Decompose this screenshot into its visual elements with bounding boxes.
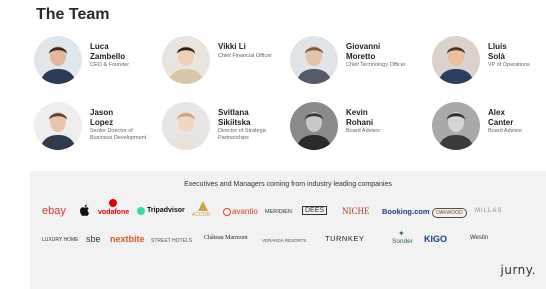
logo-westin: Westin [470,235,489,241]
member-name: Kevin Rohani [346,108,374,127]
logo-sonder: Sonder [392,238,413,245]
logo-niche: NICHE [342,206,370,216]
avantio-icon [223,208,231,216]
logo-veranda-resorts: VERANDA RESORTS [262,238,307,243]
logo-tripadvisor: Tripadvisor [147,207,185,214]
logo-sbe: sbe [86,234,101,244]
sonder-icon: ✦ [398,229,405,238]
logo-chateau-marmont: Château Marmont [204,235,248,241]
member-name: Lluís Solà [488,42,507,61]
logo-vodafone: vodafone [98,209,130,216]
member-name: Giovanni Moretto [346,42,381,61]
apple-icon [80,204,90,218]
member-role: Chief Technology Officer [346,62,406,68]
logo-accor: ACCOR [192,212,211,218]
member-role: Board Advisor [488,128,523,134]
logo-booking: Booking.com [382,207,430,216]
brand-logo: jurny. [500,263,536,277]
logo-oakwood: OAKWOOD [432,208,467,218]
avatar [34,36,82,84]
member-role: Chief Financial Officer [218,53,273,59]
team-member-kevin: Kevin Rohani Board Advisor [290,102,420,162]
avatar [290,102,338,150]
member-name: Alex Canter [488,108,514,127]
member-role: Board Advisor [346,128,381,134]
member-role: Senior Director of Business Development [90,128,147,141]
avatar [432,36,480,84]
team-member-svitlana: Svitlana Sikiitska Director of Strategic … [162,102,292,162]
avatar [162,36,210,84]
member-name: Vikki Li [218,42,246,51]
logo-street-hotels: STREET HOTELS [151,238,193,244]
logo-millas: MILLAS [475,208,503,214]
tripadvisor-icon [137,207,145,215]
logo-avantio: avantio [232,207,258,216]
member-role: VP of Operations [488,62,530,68]
member-name: Jason Lopez [90,108,114,127]
member-name: Svitlana Sikiitska [218,108,251,127]
logo-meridien: MERIDIEN [265,209,292,215]
companies-title: Executives and Managers coming from indu… [184,181,392,188]
logo-turnkey: TURNKEY [325,234,365,243]
logo-kigo: KIGO [424,234,448,244]
team-member-alex: Alex Canter Board Advisor [432,102,546,162]
logo-ebay: ebay [42,205,66,217]
avatar [34,102,82,150]
avatar [290,36,338,84]
member-name: Luca Zambello [90,42,126,61]
team-member-vikki: Vikki Li Chief Financial Officer [162,36,292,96]
team-member-jason: Jason Lopez Senior Director of Business D… [34,102,164,162]
page-title: The Team [36,6,110,23]
team-member-giovanni: Giovanni Moretto Chief Technology Officer [290,36,420,96]
member-role: CEO & Founder [90,62,130,68]
logo-nextbite: nextbite [110,234,145,244]
avatar [432,102,480,150]
team-member-luca: Luca Zambello CEO & Founder [34,36,164,96]
team-member-lluis: Lluís Solà VP of Operations [432,36,546,96]
logo-dees: DEES [302,206,328,215]
vodafone-icon [109,199,117,207]
avatar [162,102,210,150]
member-role: Director of Strategic Partnerships [218,128,267,141]
companies-section: Executives and Managers coming from indu… [30,171,546,289]
logo-luxury-home: LUXURY HOME [42,237,79,243]
